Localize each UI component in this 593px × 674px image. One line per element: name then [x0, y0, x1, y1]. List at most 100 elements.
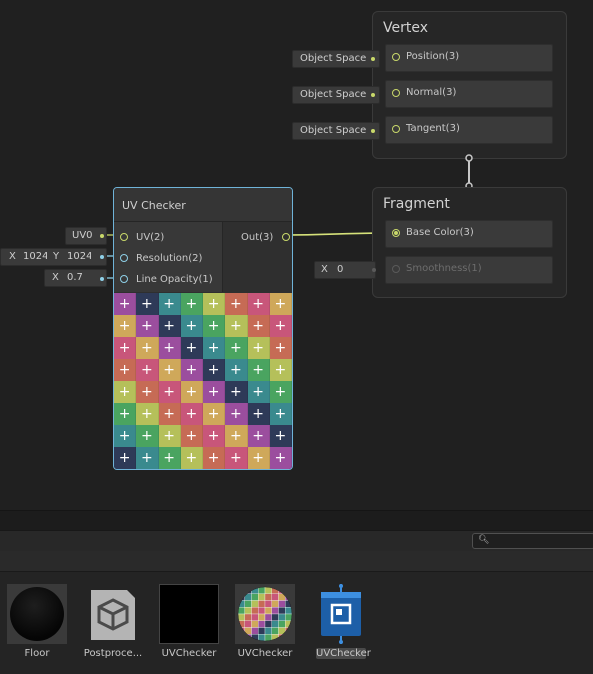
resolution-input-port[interactable] — [120, 254, 128, 262]
asset-grid: Floor Postproce... UVChecker UVChecker U… — [0, 572, 593, 674]
checker-cell: + — [247, 293, 270, 315]
checker-cell: + — [136, 315, 159, 337]
checker-cell: + — [180, 447, 203, 469]
asset-name: UVChecker — [161, 648, 217, 659]
checker-cell: + — [203, 359, 226, 381]
uv-input[interactable]: UV(2) — [120, 232, 164, 243]
checker-cell: + — [225, 293, 248, 315]
line-opacity-input-label: Line Opacity(1) — [136, 274, 213, 285]
fragment-context[interactable]: Fragment Base Color(3) Smoothness(1) — [372, 187, 567, 298]
sphere-checker-cell — [264, 587, 272, 594]
checker-cell: + — [180, 337, 203, 359]
checker-cell: + — [203, 315, 226, 337]
uv-checker-node[interactable]: UV Checker UV(2) Resolution(2) Line Opac… — [113, 187, 293, 470]
checker-cell: + — [136, 293, 159, 315]
sphere-checker-cell — [264, 620, 272, 628]
sphere-checker-cell — [244, 613, 252, 621]
checker-cell: + — [158, 425, 181, 447]
out-output[interactable]: Out(3) — [241, 232, 291, 243]
sphere-checker-cell — [251, 593, 259, 601]
smoothness-port[interactable] — [392, 265, 400, 273]
resolution-y-label: Y — [53, 251, 60, 262]
sphere-checker-cell — [264, 593, 272, 601]
sphere-checker-cell — [251, 600, 259, 608]
sphere-checker-cell — [251, 620, 259, 628]
checker-cell: + — [158, 403, 181, 425]
line-opacity-x-label: X — [52, 272, 59, 283]
checker-cell: + — [158, 447, 181, 469]
sphere-checker-cell — [264, 600, 272, 608]
fragment-smoothness-block[interactable]: Smoothness(1) — [385, 256, 553, 284]
sphere-checker-cell — [251, 627, 259, 635]
checker-cell: + — [158, 315, 181, 337]
resolution-x-value: 1024 — [23, 251, 47, 262]
checker-cell: + — [203, 381, 226, 403]
asset-name-selected: UVChecker — [316, 648, 371, 659]
line-opacity-field[interactable]: X 0.7 — [44, 269, 107, 287]
checker-cell: + — [114, 337, 137, 359]
resolution-x-label: X — [9, 251, 16, 262]
checker-cell: + — [225, 315, 248, 337]
checker-cell: + — [180, 403, 203, 425]
checker-cell: + — [225, 447, 248, 469]
fragment-title: Fragment — [383, 196, 450, 212]
checker-cell: + — [203, 425, 226, 447]
sphere-checker-cell — [271, 627, 279, 635]
checker-cell: + — [136, 403, 159, 425]
smoothness-x-field[interactable]: X 0 — [314, 261, 376, 279]
checker-cell: + — [180, 425, 203, 447]
sphere-checker-cell — [258, 627, 266, 635]
uv-input-label: UV(2) — [136, 232, 165, 243]
asset-name: Floor — [24, 648, 50, 659]
checker-cell: + — [247, 425, 270, 447]
vertex-link-end — [465, 154, 473, 162]
basecolor-port[interactable] — [392, 229, 400, 237]
resolution-field[interactable]: X 1024 Y 1024 — [0, 248, 107, 266]
checker-cell: + — [269, 425, 292, 447]
checker-cell: + — [158, 359, 181, 381]
resolution-input[interactable]: Resolution(2) — [120, 253, 202, 264]
smoothness-x-value: 0 — [337, 264, 344, 275]
asset-name: Postproce... — [83, 648, 143, 659]
sphere-checker-cell — [264, 607, 272, 615]
checker-cell: + — [180, 381, 203, 403]
line-opacity-input-port[interactable] — [120, 275, 128, 283]
resolution-connector-dot — [100, 255, 104, 259]
checker-cell: + — [247, 447, 270, 469]
checker-cell: + — [247, 359, 270, 381]
sphere-checker-cell — [285, 613, 292, 621]
panel-divider[interactable] — [0, 510, 593, 531]
sphere-checker-cell — [278, 620, 286, 628]
uv-input-port[interactable] — [120, 233, 128, 241]
line-opacity-value: 0.7 — [67, 272, 83, 283]
checker-cell: + — [225, 425, 248, 447]
checker-cell: + — [180, 315, 203, 337]
black-texture-icon — [159, 584, 219, 644]
shader-graph-canvas[interactable]: Vertex Position(3) Normal(3) Tangent(3) … — [0, 0, 593, 510]
line-opacity-input[interactable]: Line Opacity(1) — [120, 274, 213, 285]
checker-cell: + — [203, 293, 226, 315]
checker-cell: + — [114, 359, 137, 381]
checker-cell: + — [136, 337, 159, 359]
sphere-checker-cell — [264, 634, 272, 641]
sphere-checker-cell — [271, 593, 279, 601]
sphere-checker-cell — [271, 613, 279, 621]
checker-cell: + — [136, 381, 159, 403]
checker-cell: + — [225, 403, 248, 425]
project-search-field[interactable]: 🔍︎ — [472, 533, 593, 549]
checker-cell: + — [114, 403, 137, 425]
uv-checker-header[interactable]: UV Checker — [114, 188, 292, 222]
fragment-basecolor-block[interactable]: Base Color(3) — [385, 220, 553, 248]
sphere-checker-cell — [258, 600, 266, 608]
sphere-checker-cell — [271, 607, 279, 615]
checker-cell: + — [247, 337, 270, 359]
sphere-checker-cell — [244, 620, 252, 628]
sphere-checker-cell — [258, 593, 266, 601]
checker-cell: + — [269, 403, 292, 425]
sphere-checker-cell — [264, 627, 272, 635]
uv-connector-dot — [100, 234, 104, 238]
out-port[interactable] — [282, 233, 291, 241]
sphere-checker-cell — [264, 613, 272, 621]
checker-cell: + — [269, 315, 292, 337]
checker-cell: + — [158, 337, 181, 359]
